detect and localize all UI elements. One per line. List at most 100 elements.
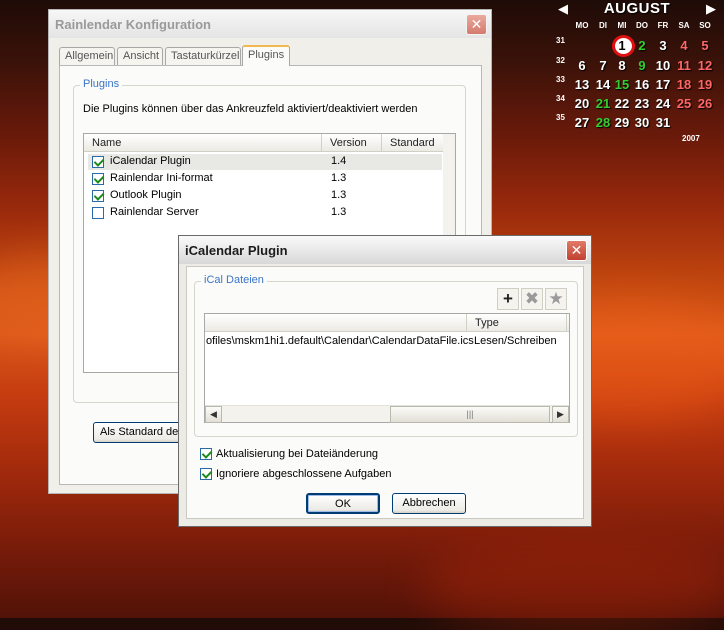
plugins-description: Die Plugins können über das Ankreuzfeld … [83, 103, 418, 115]
close-icon[interactable]: ✕ [566, 240, 587, 261]
plugin-version: 1.3 [331, 206, 347, 218]
calendar-day[interactable]: 9 [632, 58, 652, 74]
plugin-checkbox[interactable] [92, 156, 104, 168]
week-number: 34 [556, 94, 565, 103]
table-row[interactable]: Rainlendar Ini-format 1.3 [88, 171, 442, 187]
ok-button[interactable]: OK [306, 493, 380, 514]
calendar-day[interactable]: 12 [695, 58, 715, 74]
calendar-day[interactable]: 1 [612, 38, 632, 54]
calendar-day[interactable]: 23 [632, 96, 652, 112]
config-titlebar[interactable]: Rainlendar Konfiguration ✕ [49, 10, 491, 38]
calendar-day[interactable]: 25 [674, 96, 694, 112]
cancel-button[interactable]: Abbrechen [392, 493, 466, 514]
column-type[interactable]: Type [467, 314, 567, 332]
tab-allgemein[interactable]: Allgemein [59, 47, 115, 65]
calendar-day[interactable]: 7 [593, 58, 613, 74]
next-month-icon[interactable]: ▶ [706, 2, 716, 16]
calendar-day[interactable]: 11 [674, 58, 694, 74]
calendar-day[interactable]: 31 [653, 115, 673, 131]
week-number: 35 [556, 113, 565, 122]
calendar-day[interactable]: 8 [612, 58, 632, 74]
calendar-day[interactable]: 16 [632, 77, 652, 93]
star-icon[interactable]: ★ [545, 288, 567, 310]
ical-file-path: ofiles\mskm1hi1.default\Calendar\Calenda… [206, 335, 474, 347]
calendar-day[interactable]: 2 [632, 38, 652, 54]
table-row[interactable]: Rainlendar Server 1.3 [88, 205, 442, 221]
prev-month-icon[interactable]: ◀ [558, 2, 568, 16]
scroll-thumb[interactable]: ||| [390, 406, 550, 423]
tab-tastaturkuerzel[interactable]: Tastaturkürzel [165, 47, 241, 65]
week-number: 32 [556, 56, 565, 65]
weekday-label: SA [678, 21, 690, 30]
calendar-day[interactable]: 17 [653, 77, 673, 93]
calendar-day[interactable]: 26 [695, 96, 715, 112]
table-row[interactable]: ofiles\mskm1hi1.default\Calendar\Calenda… [205, 334, 569, 350]
table-row[interactable]: iCalendar Plugin 1.4 [88, 154, 442, 170]
dialog-panel: iCal Dateien + ✖ ★ Type ofiles\mskm1hi1.… [186, 266, 584, 519]
calendar-day[interactable]: 4 [674, 38, 694, 54]
plugin-version: 1.3 [331, 189, 347, 201]
plugin-version: 1.3 [331, 172, 347, 184]
ical-files-group: iCal Dateien + ✖ ★ Type ofiles\mskm1hi1.… [194, 274, 578, 437]
close-icon[interactable]: ✕ [466, 14, 487, 35]
calendar-day[interactable]: 28 [593, 115, 613, 131]
calendar-day[interactable]: 21 [593, 96, 613, 112]
weekday-label: SO [699, 21, 711, 30]
column-path[interactable] [205, 314, 467, 332]
remove-file-icon[interactable]: ✖ [521, 288, 543, 310]
plugin-version: 1.4 [331, 155, 347, 167]
ical-horizontal-scrollbar[interactable]: ◀ ||| ▶ [205, 405, 569, 423]
calendar-day[interactable]: 13 [572, 77, 592, 93]
calendar-day[interactable]: 14 [593, 77, 613, 93]
calendar-day[interactable]: 15 [612, 77, 632, 93]
calendar-month: AUGUST [603, 0, 671, 17]
weekday-label: DO [636, 21, 648, 30]
plugin-name: iCalendar Plugin [110, 155, 191, 167]
weekday-label: DI [599, 21, 607, 30]
dialog-title: iCalendar Plugin [185, 243, 288, 258]
ignore-completed-label: Ignoriere abgeschlossene Aufgaben [216, 468, 392, 480]
table-row[interactable]: Outlook Plugin 1.3 [88, 188, 442, 204]
scroll-left-icon[interactable]: ◀ [205, 406, 222, 423]
calendar-day[interactable]: 10 [653, 58, 673, 74]
calendar-day[interactable]: 20 [572, 96, 592, 112]
plugin-name: Rainlendar Server [110, 206, 199, 218]
tab-plugins[interactable]: Plugins [242, 45, 290, 66]
calendar-day[interactable]: 24 [653, 96, 673, 112]
calendar-day[interactable]: 22 [612, 96, 632, 112]
plugin-checkbox[interactable] [92, 190, 104, 202]
sky-cloud [420, 540, 724, 630]
calendar-day[interactable]: 6 [572, 58, 592, 74]
plugin-name: Outlook Plugin [110, 189, 182, 201]
calendar-day[interactable]: 27 [572, 115, 592, 131]
ignore-completed-checkbox[interactable] [200, 468, 212, 480]
calendar-day[interactable]: 18 [674, 77, 694, 93]
column-version[interactable]: Version [322, 134, 382, 152]
calendar-widget: ◀ AUGUST ▶ MO DI MI DO FR SA SO 31 32 33 34 35 123… [552, 0, 724, 150]
calendar-day[interactable]: 19 [695, 77, 715, 93]
tab-ansicht[interactable]: Ansicht [117, 47, 163, 65]
ical-files-list[interactable]: Type ofiles\mskm1hi1.default\Calendar\Ca… [204, 313, 570, 423]
calendar-day[interactable]: 5 [695, 38, 715, 54]
scroll-right-icon[interactable]: ▶ [552, 406, 569, 423]
week-number: 33 [556, 75, 565, 84]
ical-file-type: Lesen/Schreiben [474, 335, 557, 347]
weekday-label: FR [657, 21, 669, 30]
plugins-group-label: Plugins [80, 78, 123, 90]
dialog-titlebar[interactable]: iCalendar Plugin ✕ [179, 236, 591, 264]
calendar-day[interactable]: 3 [653, 38, 673, 54]
ical-files-header: Type [205, 314, 569, 332]
week-number: 31 [556, 36, 565, 45]
plugins-list-header: Name Version Standard [84, 134, 455, 152]
plugin-checkbox[interactable] [92, 173, 104, 185]
calendar-day[interactable]: 30 [632, 115, 652, 131]
column-name[interactable]: Name [84, 134, 322, 152]
auto-refresh-label: Aktualisierung bei Dateiänderung [216, 448, 379, 460]
plugin-checkbox[interactable] [92, 207, 104, 219]
plugin-name: Rainlendar Ini-format [110, 172, 213, 184]
auto-refresh-checkbox[interactable] [200, 448, 212, 460]
calendar-day[interactable]: 29 [612, 115, 632, 131]
column-standard[interactable]: Standard [382, 134, 444, 152]
icalendar-dialog: iCalendar Plugin ✕ iCal Dateien + ✖ ★ Ty… [178, 235, 592, 527]
add-file-icon[interactable]: + [497, 288, 519, 310]
